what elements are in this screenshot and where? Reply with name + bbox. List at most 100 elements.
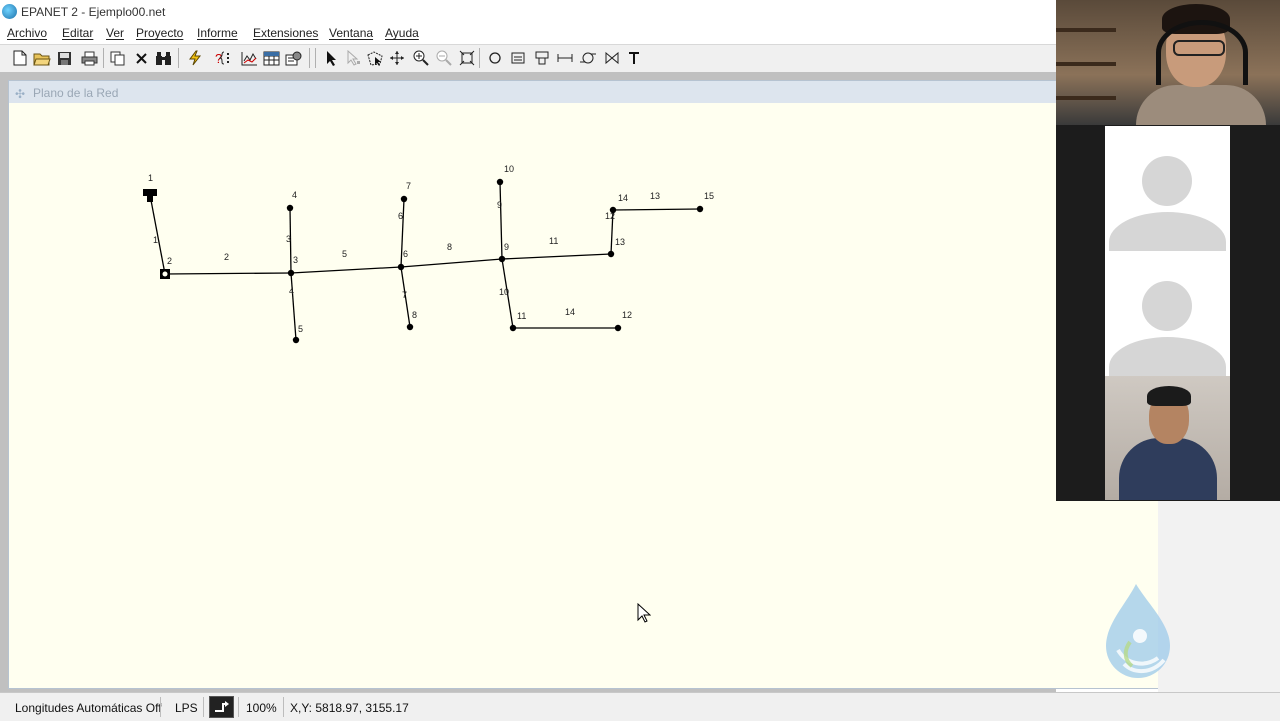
- table-icon[interactable]: [261, 48, 281, 68]
- pipe-link[interactable]: [290, 272, 297, 341]
- pipe-link[interactable]: [164, 272, 292, 275]
- window-title: EPANET 2 - Ejemplo00.net: [21, 5, 166, 19]
- pipe-label: 8: [447, 242, 452, 252]
- text-icon[interactable]: [624, 48, 644, 68]
- run-icon[interactable]: [185, 48, 205, 68]
- node-label: 8: [412, 310, 417, 320]
- node-label: 15: [704, 191, 714, 201]
- toolbar: ?: [0, 44, 1056, 73]
- pipe-link[interactable]: [499, 181, 503, 260]
- pump-node[interactable]: [160, 269, 170, 279]
- mouse-pointer-icon: [637, 603, 651, 623]
- pipe-icon[interactable]: [555, 48, 575, 68]
- network-map-canvas[interactable]: 1 2 3 4 5 6 7 8 9 10 11 12 13 14 1 2 3 4 5 6 7 8 9 10 11 12 13 14 15: [9, 103, 1159, 688]
- pipe-label: 4: [289, 286, 294, 296]
- pipe-label: 7: [402, 290, 407, 300]
- menu-ayuda[interactable]: Ayuda: [385, 26, 419, 40]
- presenter-body: [1136, 85, 1266, 125]
- pipe-label: 5: [342, 249, 347, 259]
- network-map-window: ✣ Plano de la Red 1 2 3 4 5 6 7 8 9 10 11 12 13 14 1 2 3…: [8, 80, 1160, 689]
- coordinates-status: X,Y: 5818.97, 3155.17: [290, 701, 409, 715]
- pipe-label: 11: [549, 236, 558, 246]
- options-icon[interactable]: [283, 48, 303, 68]
- junction-node[interactable]: [287, 269, 295, 277]
- pipe-link[interactable]: [290, 266, 402, 274]
- toolbar-separator: [479, 48, 480, 68]
- select-icon[interactable]: [321, 48, 341, 68]
- node-label: 3: [293, 255, 298, 265]
- pipe-label: 1: [153, 235, 158, 245]
- find-icon[interactable]: [153, 48, 173, 68]
- junction-node[interactable]: [607, 250, 615, 258]
- avatar-placeholder-icon: [1142, 281, 1192, 331]
- auto-length-status[interactable]: Longitudes Automáticas Off: [15, 701, 162, 715]
- pan-icon[interactable]: [387, 48, 407, 68]
- pump-icon[interactable]: [578, 48, 598, 68]
- select-region-icon[interactable]: [365, 48, 385, 68]
- mdi-workspace: ✣ Plano de la Red 1 2 3 4 5 6 7 8 9 10 11 12 13 14 1 2 3…: [0, 72, 1160, 692]
- title-bar: EPANET 2 - Ejemplo00.net: [0, 0, 1056, 23]
- menu-bar: Archivo Editar Ver Proyecto Informe Exte…: [0, 23, 1056, 43]
- reservoir-icon[interactable]: [508, 48, 528, 68]
- node-label: 4: [292, 190, 297, 200]
- junction-node[interactable]: [400, 195, 408, 203]
- avatar-placeholder-icon: [1142, 156, 1192, 206]
- menu-editar[interactable]: Editar: [62, 26, 93, 40]
- zoom-in-icon[interactable]: [411, 48, 431, 68]
- pipe-link[interactable]: [501, 253, 612, 260]
- junction-node[interactable]: [397, 263, 405, 271]
- delete-icon[interactable]: [131, 48, 151, 68]
- menu-archivo[interactable]: Archivo: [7, 26, 47, 40]
- valve-icon[interactable]: [602, 48, 622, 68]
- menu-ventana[interactable]: Ventana: [329, 26, 373, 40]
- node-label: 11: [517, 311, 526, 321]
- node-label: 12: [622, 310, 632, 320]
- toolbar-separator: [309, 48, 310, 68]
- menu-extensiones[interactable]: Extensiones: [253, 26, 318, 40]
- tank-icon[interactable]: [532, 48, 552, 68]
- junction-node[interactable]: [614, 324, 622, 332]
- node-label: 10: [504, 164, 514, 174]
- reservoir-node[interactable]: [143, 189, 157, 202]
- pipe-label: 13: [650, 191, 660, 201]
- menu-informe[interactable]: Informe: [197, 26, 238, 40]
- menu-proyecto[interactable]: Proyecto: [136, 26, 183, 40]
- pipe-label: 2: [224, 252, 229, 262]
- junction-node[interactable]: [696, 205, 704, 213]
- flow-units-status: LPS: [175, 701, 198, 715]
- node-label: 9: [504, 242, 509, 252]
- full-extent-icon[interactable]: [457, 48, 477, 68]
- node-label: 1: [148, 173, 153, 183]
- open-icon[interactable]: [32, 48, 52, 68]
- node-label: 5: [298, 324, 303, 334]
- map-window-icon: ✣: [15, 87, 26, 101]
- vertex-icon[interactable]: [344, 48, 364, 68]
- presenter-video: [1056, 0, 1280, 125]
- node-label: 2: [167, 256, 172, 266]
- junction-node[interactable]: [292, 336, 300, 344]
- junction-node[interactable]: [498, 255, 506, 263]
- junction-node[interactable]: [286, 204, 294, 212]
- status-bar: Longitudes Automáticas Off LPS 100% X,Y:…: [0, 692, 1280, 721]
- junction-node[interactable]: [509, 324, 517, 332]
- menu-ver[interactable]: Ver: [106, 26, 124, 40]
- network-diagram[interactable]: 123456789101112131412 34567891011 121314 15: [9, 103, 1159, 688]
- junction-node[interactable]: [406, 323, 414, 331]
- junction-node[interactable]: [496, 178, 504, 186]
- zoom-out-icon[interactable]: [434, 48, 454, 68]
- video-call-panel: [1056, 0, 1280, 501]
- junction-node[interactable]: [609, 206, 617, 214]
- junction-icon[interactable]: [485, 48, 505, 68]
- pipe-link[interactable]: [400, 258, 503, 268]
- pipe-label: 9: [497, 200, 502, 210]
- print-icon[interactable]: [79, 48, 99, 68]
- pipe-link[interactable]: [612, 208, 701, 211]
- query-icon[interactable]: ?: [215, 48, 235, 68]
- save-icon[interactable]: [54, 48, 74, 68]
- run-status-icon: [209, 696, 234, 718]
- graph-icon[interactable]: [239, 48, 259, 68]
- toolbar-separator: [315, 48, 316, 68]
- new-icon[interactable]: [10, 48, 30, 68]
- copy-icon[interactable]: [108, 48, 128, 68]
- zoom-level-status: 100%: [246, 701, 277, 715]
